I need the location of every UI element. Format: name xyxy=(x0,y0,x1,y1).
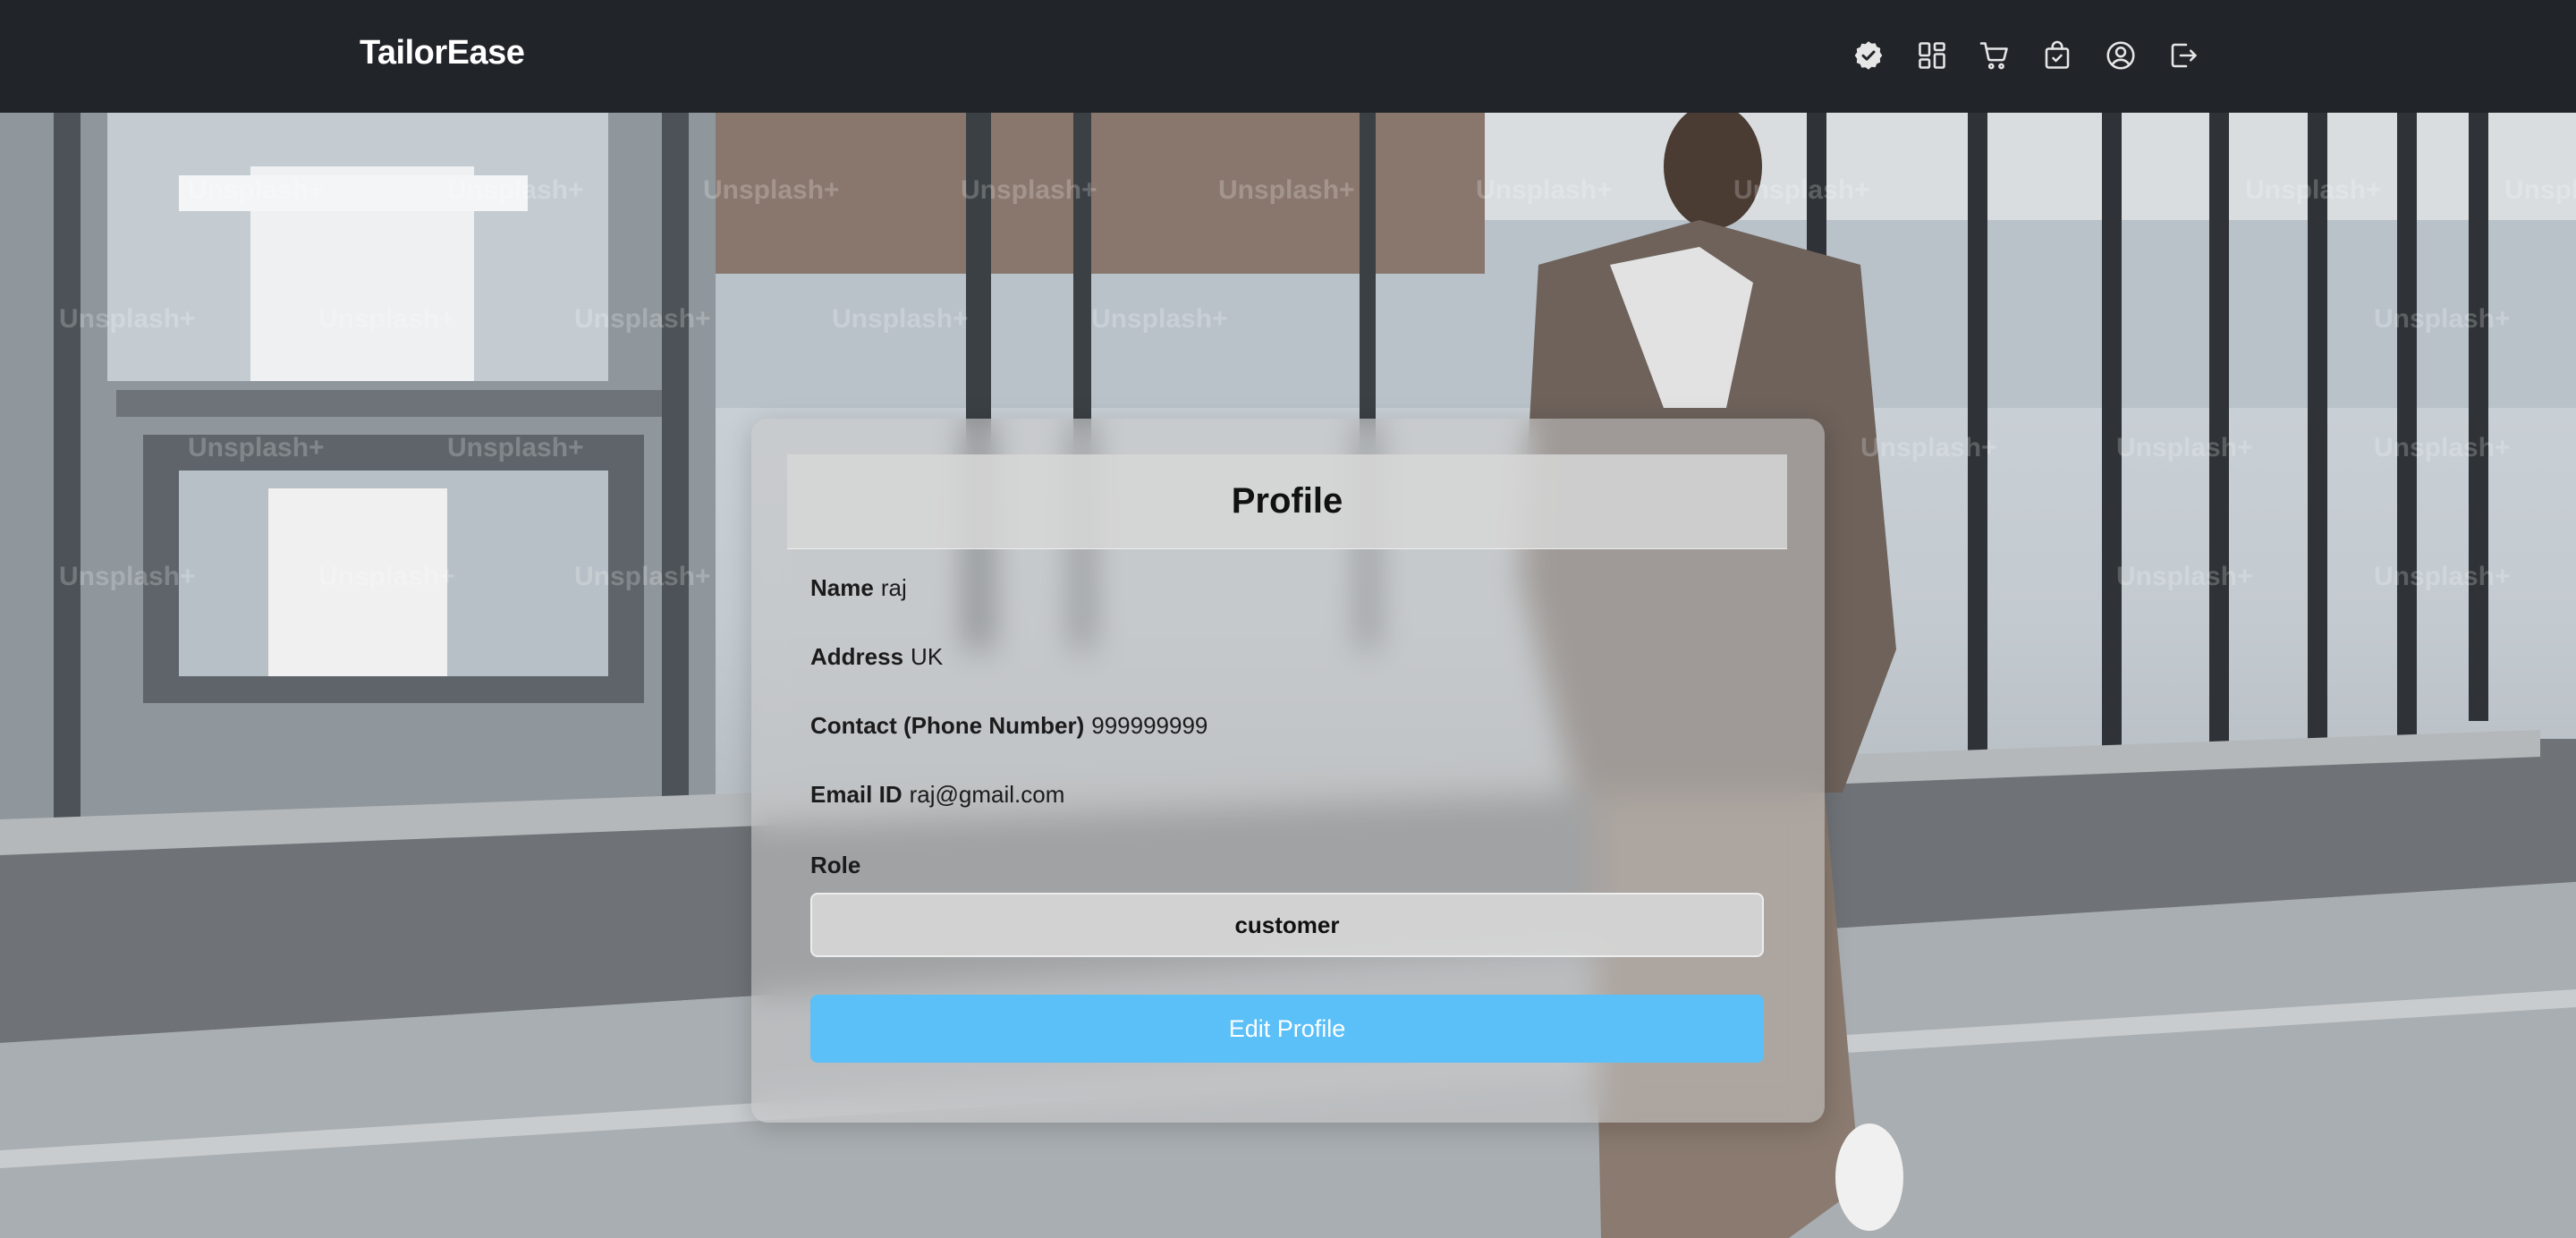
watermark-text: Unsplash+ xyxy=(2374,562,2511,591)
contact-label: Contact (Phone Number) xyxy=(810,712,1085,739)
watermark-text: Unsplash+ xyxy=(59,562,196,591)
watermark-text: Unsplash+ xyxy=(703,175,840,205)
watermark-text: Unsplash+ xyxy=(447,175,584,205)
verified-badge-icon[interactable] xyxy=(1852,39,1885,72)
watermark-text: Unsplash+ xyxy=(188,433,325,462)
watermark-text: Unsplash+ xyxy=(2504,175,2576,205)
watermark-text: Unsplash+ xyxy=(1476,175,1613,205)
name-value: raj xyxy=(880,574,907,601)
watermark-text: Unsplash+ xyxy=(188,175,325,205)
contact-field: Contact (Phone Number) 999999999 xyxy=(810,712,1208,740)
page-title: Profile xyxy=(1231,481,1343,521)
watermark-text: Unsplash+ xyxy=(2116,562,2253,591)
watermark-text: Unsplash+ xyxy=(832,304,969,334)
watermark-text: Unsplash+ xyxy=(318,562,455,591)
edit-profile-button[interactable]: Edit Profile xyxy=(810,995,1764,1063)
watermark-text: Unsplash+ xyxy=(318,304,455,334)
dashboard-grid-icon[interactable] xyxy=(1916,39,1948,72)
email-label: Email ID xyxy=(810,781,902,808)
watermark-text: Unsplash+ xyxy=(2245,175,2382,205)
address-field: Address UK xyxy=(810,643,943,671)
watermark-text: Unsplash+ xyxy=(2116,433,2253,462)
contact-value: 999999999 xyxy=(1091,712,1208,739)
brand-logo[interactable]: TailorEase xyxy=(360,34,525,72)
watermark-text: Unsplash+ xyxy=(1860,433,1997,462)
watermark-text: Unsplash+ xyxy=(1218,175,1355,205)
name-field: Name raj xyxy=(810,574,907,602)
watermark-text: Unsplash+ xyxy=(1733,175,1870,205)
name-label: Name xyxy=(810,574,874,601)
watermark-text: Unsplash+ xyxy=(574,304,711,334)
cart-icon[interactable] xyxy=(1979,39,2011,72)
address-label: Address xyxy=(810,643,904,670)
watermark-text: Unsplash+ xyxy=(59,304,196,334)
shopping-bag-check-icon[interactable] xyxy=(2041,39,2073,72)
watermark-text: Unsplash+ xyxy=(1091,304,1228,334)
email-value: raj@gmail.com xyxy=(909,781,1065,808)
role-value-box: customer xyxy=(810,893,1764,957)
profile-card-header: Profile xyxy=(787,454,1787,549)
watermark-text: Unsplash+ xyxy=(2374,433,2511,462)
watermark-text: Unsplash+ xyxy=(2374,304,2511,334)
logout-icon[interactable] xyxy=(2167,39,2199,72)
watermark-text: Unsplash+ xyxy=(447,433,584,462)
email-field: Email ID raj@gmail.com xyxy=(810,781,1064,809)
watermark-text: Unsplash+ xyxy=(574,562,711,591)
user-profile-icon[interactable] xyxy=(2105,39,2137,72)
role-label: Role xyxy=(810,852,861,878)
profile-card: Profile Name raj Address UK Contact (Phone… xyxy=(751,419,1825,1123)
watermark-text: Unsplash+ xyxy=(961,175,1097,205)
top-navbar: TailorEase xyxy=(0,0,2576,113)
address-value: UK xyxy=(911,643,944,670)
